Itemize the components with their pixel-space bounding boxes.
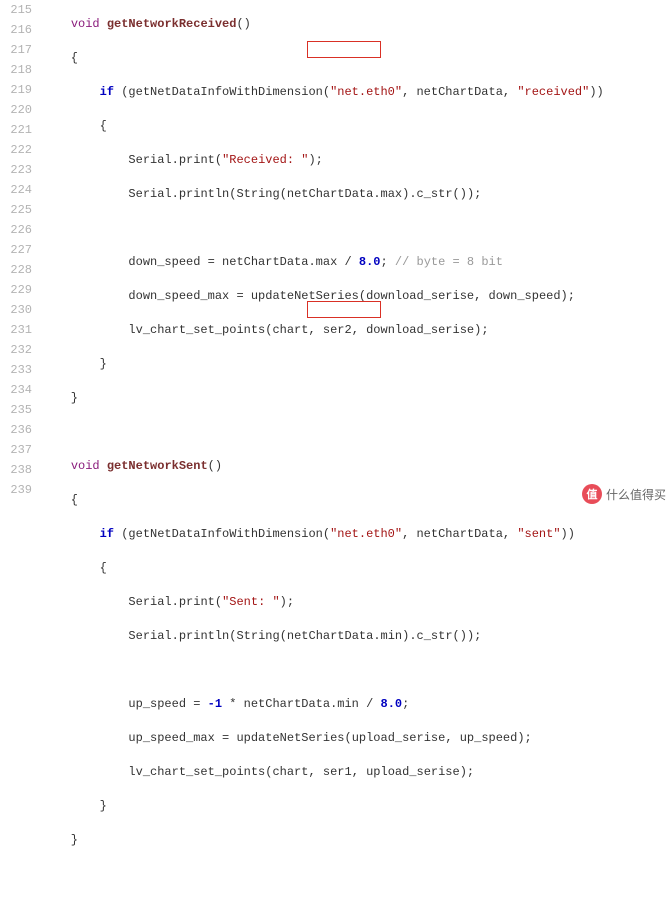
line-number: 215: [0, 0, 32, 20]
code-line: lv_chart_set_points(chart, ser1, upload_…: [42, 762, 672, 782]
line-number: 235: [0, 400, 32, 420]
line-number: 239: [0, 480, 32, 500]
code-editor: 2152162172182192202212222232242252262272…: [0, 0, 672, 906]
comment: // byte = 8 bit: [395, 255, 503, 269]
number-literal: 8.0: [381, 697, 403, 711]
line-number: 223: [0, 160, 32, 180]
function-name: getNetworkReceived: [107, 17, 237, 31]
code-line: down_speed_max = updateNetSeries(downloa…: [42, 286, 672, 306]
line-number-gutter: 2152162172182192202212222232242252262272…: [0, 0, 42, 906]
number-literal: 8.0: [359, 255, 381, 269]
watermark: 值 什么值得买: [582, 484, 666, 504]
line-number: 226: [0, 220, 32, 240]
string-literal: "Received: ": [222, 153, 308, 167]
code-line: [42, 660, 672, 680]
keyword-void: void: [71, 459, 100, 473]
code-line: {: [42, 48, 672, 68]
line-number: 221: [0, 120, 32, 140]
keyword-if: if: [100, 527, 114, 541]
code-line: Serial.println(String(netChartData.max).…: [42, 184, 672, 204]
line-number: 229: [0, 280, 32, 300]
line-number: 232: [0, 340, 32, 360]
string-literal: "sent": [517, 527, 560, 541]
line-number: 227: [0, 240, 32, 260]
code-line: if (getNetDataInfoWithDimension("net.eth…: [42, 82, 672, 102]
line-number: 230: [0, 300, 32, 320]
watermark-text: 什么值得买: [606, 486, 666, 503]
code-line: void getNetworkReceived(): [42, 14, 672, 34]
line-number: 217: [0, 40, 32, 60]
function-name: getNetworkSent: [107, 459, 208, 473]
code-line: {: [42, 558, 672, 578]
line-number: 218: [0, 60, 32, 80]
code-line: void getNetworkSent(): [42, 456, 672, 476]
code-line: if (getNetDataInfoWithDimension("net.eth…: [42, 524, 672, 544]
string-literal: "Sent: ": [222, 595, 280, 609]
line-number: 236: [0, 420, 32, 440]
line-number: 231: [0, 320, 32, 340]
code-line: Serial.print("Sent: ");: [42, 592, 672, 612]
code-line: }: [42, 388, 672, 408]
code-line: Serial.println(String(netChartData.min).…: [42, 626, 672, 646]
code-line: up_speed = -1 * netChartData.min / 8.0;: [42, 694, 672, 714]
code-line: lv_chart_set_points(chart, ser2, downloa…: [42, 320, 672, 340]
code-line: }: [42, 796, 672, 816]
code-line: }: [42, 354, 672, 374]
watermark-icon: 值: [582, 484, 602, 504]
line-number: 222: [0, 140, 32, 160]
keyword-void: void: [71, 17, 100, 31]
line-number: 238: [0, 460, 32, 480]
line-number: 234: [0, 380, 32, 400]
keyword-if: if: [100, 85, 114, 99]
code-line: Serial.print("Received: ");: [42, 150, 672, 170]
line-number: 228: [0, 260, 32, 280]
code-line: up_speed_max = updateNetSeries(upload_se…: [42, 728, 672, 748]
code-content: void getNetworkReceived() { if (getNetDa…: [42, 0, 672, 906]
code-line: {: [42, 490, 672, 510]
code-line: {: [42, 116, 672, 136]
line-number: 237: [0, 440, 32, 460]
line-number: 233: [0, 360, 32, 380]
code-line: down_speed = netChartData.max / 8.0; // …: [42, 252, 672, 272]
line-number: 220: [0, 100, 32, 120]
string-literal: "net.eth0": [330, 527, 402, 541]
code-line: [42, 422, 672, 442]
line-number: 224: [0, 180, 32, 200]
code-line: [42, 218, 672, 238]
number-literal: -1: [208, 697, 222, 711]
code-line: }: [42, 830, 672, 850]
line-number: 225: [0, 200, 32, 220]
line-number: 219: [0, 80, 32, 100]
string-literal: "received": [517, 85, 589, 99]
string-literal: "net.eth0": [330, 85, 402, 99]
line-number: 216: [0, 20, 32, 40]
